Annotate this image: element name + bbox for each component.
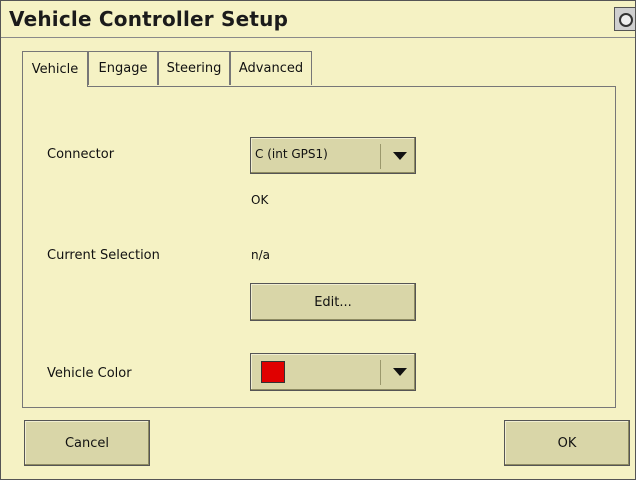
connector-dropdown[interactable]: C (int GPS1) — [250, 137, 416, 174]
page-title: Vehicle Controller Setup — [9, 7, 289, 31]
ok-button[interactable]: OK — [504, 420, 630, 466]
tab-advanced[interactable]: Advanced — [230, 51, 312, 85]
title-bar: Vehicle Controller Setup — [1, 1, 635, 38]
chevron-down-icon — [393, 368, 407, 376]
vehicle-color-swatch — [261, 361, 285, 383]
tab-vehicle[interactable]: Vehicle — [22, 51, 88, 87]
chevron-down-icon — [393, 152, 407, 160]
vehicle-color-label: Vehicle Color — [47, 366, 132, 381]
tab-label: Advanced — [238, 61, 304, 76]
current-selection-value: n/a — [251, 248, 271, 262]
tab-label: Engage — [98, 61, 148, 76]
edit-button[interactable]: Edit... — [250, 283, 416, 321]
camera-icon[interactable] — [614, 7, 635, 31]
current-selection-label: Current Selection — [47, 248, 160, 263]
connector-label: Connector — [47, 147, 115, 162]
connector-value: C (int GPS1) — [255, 147, 328, 161]
tab-engage[interactable]: Engage — [88, 51, 158, 85]
cancel-button[interactable]: Cancel — [24, 420, 150, 466]
tab-steering[interactable]: Steering — [158, 51, 230, 85]
vehicle-color-dropdown[interactable] — [250, 353, 416, 391]
vehicle-controller-setup-screen: Vehicle Controller Setup Vehicle Engage … — [0, 0, 636, 480]
connector-status: OK — [251, 193, 269, 207]
tab-label: Vehicle — [31, 62, 79, 77]
tab-label: Steering — [166, 61, 222, 76]
